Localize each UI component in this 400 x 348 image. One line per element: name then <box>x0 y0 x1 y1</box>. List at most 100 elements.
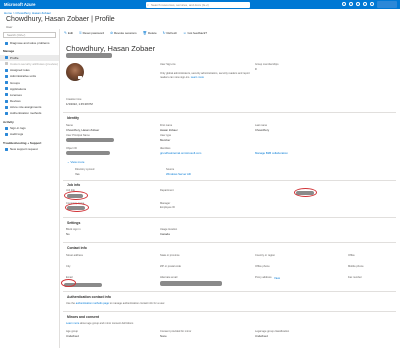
directory-synced-label: Directory synced <box>75 168 95 171</box>
manager-label: Manager <box>160 202 171 205</box>
highlight-company <box>65 203 89 212</box>
delete-button[interactable]: 🗑 Delete <box>143 31 157 35</box>
sidebar-item-label: Custom security attributes (preview) <box>10 61 58 66</box>
creation-time-label: Creation time <box>66 98 82 101</box>
sign-in-logs-icon <box>5 126 8 130</box>
identity-divider <box>63 112 396 113</box>
name-value: Chowdhury, Hasan Zobaer <box>66 128 100 132</box>
profile-name: Chowdhury, Hasan Zobaer <box>66 44 156 53</box>
support-icon <box>5 147 8 151</box>
proxy-address-label: Proxy address <box>255 276 272 279</box>
usage-location-value: Canada <box>160 232 170 236</box>
group-memberships-value[interactable]: 0 <box>255 67 257 71</box>
city-label: City <box>66 265 71 268</box>
breadcrumb[interactable]: Home > Chowdhury, Hasan Zobaer <box>4 11 51 15</box>
cloud-shell-icon[interactable] <box>342 2 346 6</box>
redacted-object-id <box>66 151 110 155</box>
street-address-label: Street address <box>66 254 83 257</box>
sidebar-item-icon <box>5 99 8 103</box>
settings-divider <box>63 217 396 218</box>
minors-text: Learn more about age group and minor con… <box>66 322 134 325</box>
account-avatar[interactable] <box>377 1 397 8</box>
delete-icon: 🗑 <box>142 31 147 35</box>
identities-value[interactable]: grundfosinternal.onmicrosoft.com <box>160 151 201 155</box>
settings-icon[interactable] <box>363 2 367 6</box>
sidebar-item-icon <box>5 87 8 91</box>
alternate-email-label: Alternate email <box>160 276 178 279</box>
brand-title[interactable]: Microsoft Azure <box>0 2 60 7</box>
source-value[interactable]: Windows Server AD <box>166 172 191 176</box>
last-name-value: Chowdhury <box>255 128 270 132</box>
key-icon: ⚿ <box>79 31 82 35</box>
proxy-address-view-link[interactable]: View <box>274 276 280 280</box>
sidebar: Search (Ctrl+/) Diagnose and solve probl… <box>0 29 60 348</box>
block-icon: ⊘ <box>110 31 113 35</box>
name-label: Name <box>66 124 73 127</box>
age-group-value: Undefined <box>66 334 79 338</box>
page-title: Chowdhury, Hasan Zobaer | Profile <box>6 16 115 23</box>
highlight-department <box>294 188 317 197</box>
redacted-upn <box>66 53 112 58</box>
auth-contact-title: Authentication contact info <box>67 295 111 299</box>
search-icon: ⌕ <box>147 2 149 7</box>
directory-icon[interactable] <box>349 2 353 6</box>
department-label: Department <box>160 189 174 192</box>
legal-age-label: Legal age group classification <box>255 330 290 333</box>
profile-photo[interactable] <box>66 63 84 81</box>
sidebar-item-label: Azure role assignments <box>10 105 42 110</box>
state-label: State or province <box>160 254 180 257</box>
refresh-button[interactable]: ↻ Refresh <box>163 31 177 35</box>
consent-label: Consent provided for minor <box>160 330 192 333</box>
contact-divider <box>63 242 396 243</box>
sidebar-item-icon <box>5 111 8 115</box>
camera-icon[interactable] <box>78 76 82 79</box>
global-search-input[interactable]: ⌕ Search resources, services, and docs (… <box>146 1 250 8</box>
block-sign-in-value: No <box>66 232 70 236</box>
reset-password-button[interactable]: ⚿ Reset password <box>79 31 104 35</box>
redacted-upn-value <box>66 138 114 142</box>
view-more-toggle[interactable]: ⌄ View more <box>67 160 84 164</box>
identities-label: Identities <box>160 147 171 150</box>
manage-b2b-link[interactable]: Manage B2B collaboration <box>255 151 288 155</box>
fax-label: Fax number <box>348 276 362 279</box>
source-label: Source <box>166 168 175 171</box>
group-memberships-label: Group memberships <box>255 63 279 66</box>
user-type-label: User type <box>160 134 172 137</box>
sidebar-item-icon <box>5 93 8 97</box>
last-name-label: Last name <box>255 124 268 127</box>
sidebar-search-input[interactable]: Search (Ctrl+/) <box>3 32 56 38</box>
first-name-label: First name <box>160 124 173 127</box>
highlight-job-title <box>64 191 88 200</box>
age-group-label: Age group <box>66 330 78 333</box>
notifications-icon[interactable] <box>356 2 360 6</box>
auth-methods-link[interactable]: authentication methods page <box>76 302 109 305</box>
country-label: Country or region <box>255 254 276 257</box>
sidebar-item-icon <box>5 74 8 78</box>
edit-button[interactable]: ✎ Edit <box>64 31 73 35</box>
help-icon[interactable] <box>370 2 374 6</box>
sidebar-item-label: Administrative units <box>10 74 37 79</box>
sidebar-item-label: Assigned roles <box>10 68 30 73</box>
minors-learn-more-link[interactable]: Learn more <box>66 322 79 325</box>
sidebar-item-new-support-request[interactable]: New support request <box>0 146 59 152</box>
contact-info-title: Contact info <box>67 246 87 250</box>
sidebar-item-label: Authentication methods <box>10 111 42 116</box>
feedback-button[interactable]: ☺ Got feedback? <box>183 31 207 35</box>
refresh-icon: ↻ <box>162 31 166 35</box>
consent-value: None <box>160 334 167 338</box>
user-type-value: Member <box>160 138 171 142</box>
sign-ins-learn-more-link[interactable]: Learn more <box>191 76 204 79</box>
settings-title: Settings <box>67 221 81 225</box>
page-more-button[interactable]: ... <box>108 17 112 23</box>
object-id-label: Object ID <box>66 147 77 150</box>
office-phone-label: Office phone <box>255 265 270 268</box>
sign-ins-description: Only global administrators, security adm… <box>160 72 250 79</box>
sidebar-item-icon <box>5 81 8 85</box>
revoke-sessions-button[interactable]: ⊘ Revoke sessions <box>110 31 137 35</box>
highlight-email <box>61 279 76 287</box>
audit-logs-icon <box>5 132 8 136</box>
sidebar-item-label: Profile <box>10 55 19 60</box>
sidebar-item-label: Groups <box>10 80 20 85</box>
office-label: Office <box>348 254 355 257</box>
minors-divider <box>63 311 396 312</box>
